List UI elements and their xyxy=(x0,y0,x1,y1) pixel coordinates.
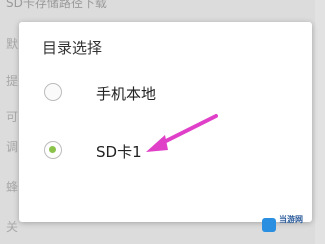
dialog-title: 目录选择 xyxy=(42,39,103,57)
option-label: SD卡1 xyxy=(96,143,142,161)
directory-select-dialog: 目录选择 手机本地 SD卡1 xyxy=(19,22,312,222)
background-label: 关 xyxy=(6,220,19,234)
background-label: 可 xyxy=(6,110,19,124)
background-label: 默 xyxy=(6,37,19,51)
option-label: 手机本地 xyxy=(96,85,157,103)
background-top-text: SD卡存储路径下载 xyxy=(6,0,107,10)
radio-dot xyxy=(49,146,56,153)
background-label: 提 xyxy=(6,74,19,88)
option-sd-card-1[interactable]: SD卡1 xyxy=(19,130,312,174)
radio-dot xyxy=(49,88,56,95)
background-label: 调 xyxy=(6,140,19,154)
screen: SD卡存储路径下载 默 提 可 调 蜂 关 目录选择 手机本地 SD卡1 当游网 xyxy=(0,0,325,244)
radio-button[interactable] xyxy=(44,83,62,101)
background-right-strip xyxy=(315,0,325,244)
watermark-logo-icon xyxy=(262,218,276,232)
option-phone-local[interactable]: 手机本地 xyxy=(19,72,312,116)
radio-button[interactable] xyxy=(44,141,62,159)
watermark-text: 当游网 xyxy=(279,215,303,224)
background-label: 蜂 xyxy=(6,180,19,194)
watermark: 当游网 xyxy=(262,212,322,240)
